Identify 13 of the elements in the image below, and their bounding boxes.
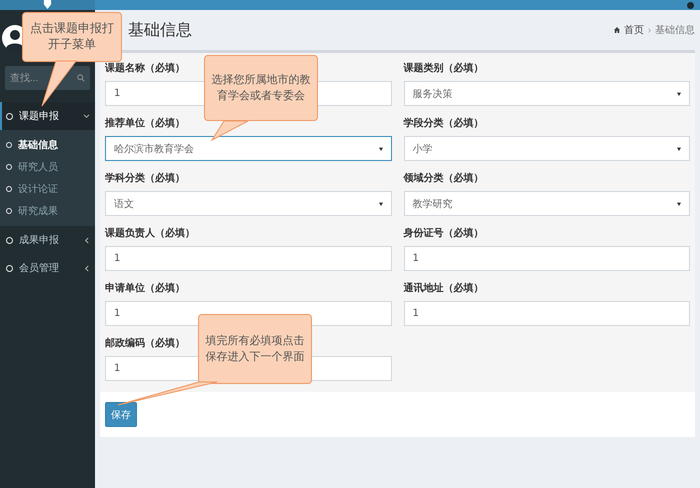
field-label: 推荐单位（必填）	[105, 117, 185, 130]
field-label: 课题类别（必填）	[404, 62, 484, 75]
field-label: 邮政编码（必填）	[105, 337, 185, 350]
field-label: 申请单位（必填）	[105, 282, 185, 295]
hint-tooltip: 填完所有必填项点击保存进入下一个界面	[198, 314, 312, 384]
field-label: 学段分类（必填）	[404, 117, 484, 130]
page-title: 基础信息	[128, 20, 192, 40]
field-label: 通讯地址（必填）	[404, 282, 484, 295]
field-label: 课题负责人（必填）	[105, 227, 195, 240]
field-label: 身份证号（必填）	[404, 227, 484, 240]
field-label: 课题名称（必填）	[105, 62, 185, 75]
field-label: 领域分类（必填）	[404, 172, 484, 185]
field-label: 学科分类（必填）	[105, 172, 185, 185]
